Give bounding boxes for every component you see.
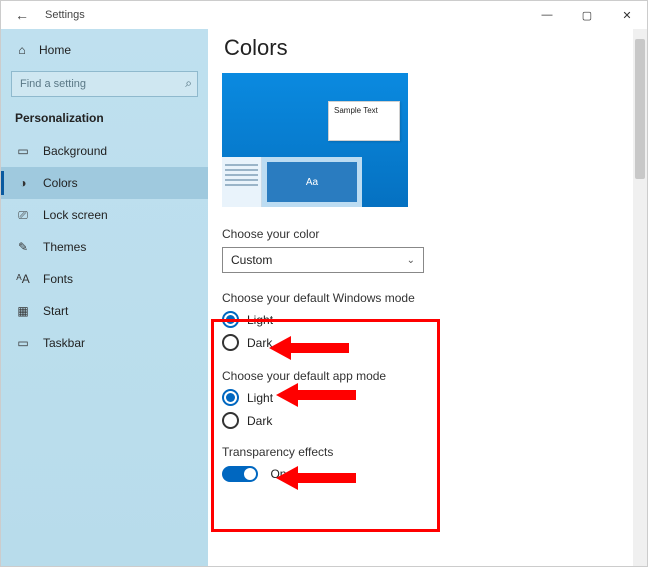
radio-label: Light — [247, 391, 273, 405]
app-mode-light[interactable]: Light — [222, 389, 633, 406]
preview-start-tile: Aa — [267, 162, 357, 202]
background-icon: ▭ — [15, 144, 31, 158]
sidebar-item-background[interactable]: ▭ Background — [1, 135, 208, 167]
fonts-icon: ᴬA — [15, 272, 31, 286]
home-icon: ⌂ — [15, 43, 29, 57]
chevron-down-icon: ⌄ — [407, 255, 415, 266]
themes-icon: ✎ — [15, 240, 31, 254]
radio-icon — [222, 311, 239, 328]
radio-label: Light — [247, 313, 273, 327]
back-button[interactable]: ← — [11, 7, 33, 23]
start-icon: ▦ — [15, 304, 31, 318]
sidebar-item-label: Themes — [43, 240, 86, 254]
color-preview: Sample Text Aa — [222, 73, 408, 207]
body: ⌂ Home ⌕ Personalization ▭ Background ◑ … — [1, 29, 647, 566]
app-mode-label: Choose your default app mode — [222, 369, 633, 383]
windows-mode-light[interactable]: Light — [222, 311, 633, 328]
sidebar-item-taskbar[interactable]: ▭ Taskbar — [1, 327, 208, 359]
color-options: Choose your color Custom ⌄ Choose your d… — [222, 227, 633, 429]
transparency-value: On — [270, 467, 286, 481]
preview-start-list — [222, 157, 262, 207]
choose-color-value: Custom — [231, 253, 272, 267]
radio-label: Dark — [247, 414, 272, 428]
preview-start-menu: Aa — [222, 157, 362, 207]
taskbar-icon: ▭ — [15, 336, 31, 350]
lockscreen-icon: ⎚ — [15, 208, 31, 223]
radio-label: Dark — [247, 336, 272, 350]
window-controls: — ▢ ✕ — [527, 1, 647, 29]
sidebar: ⌂ Home ⌕ Personalization ▭ Background ◑ … — [1, 29, 208, 566]
radio-icon — [222, 389, 239, 406]
sidebar-item-label: Taskbar — [43, 336, 85, 350]
transparency-label: Transparency effects — [222, 445, 633, 459]
sidebar-item-label: Colors — [43, 176, 78, 190]
maximize-button[interactable]: ▢ — [567, 1, 607, 29]
search-icon: ⌕ — [185, 76, 192, 91]
sidebar-item-lockscreen[interactable]: ⎚ Lock screen — [1, 199, 208, 231]
home-link[interactable]: ⌂ Home — [1, 37, 208, 63]
choose-color-dropdown[interactable]: Custom ⌄ — [222, 247, 424, 273]
preview-sample-window: Sample Text — [328, 101, 400, 141]
colors-icon: ◑ — [15, 176, 31, 190]
sidebar-item-themes[interactable]: ✎ Themes — [1, 231, 208, 263]
transparency-toggle[interactable] — [222, 466, 258, 482]
transparency-section: Transparency effects On — [222, 445, 633, 483]
settings-window: ← Settings — ▢ ✕ ⌂ Home ⌕ Personalizatio… — [0, 0, 648, 567]
scroll-thumb[interactable] — [635, 39, 645, 179]
category-label: Personalization — [1, 107, 208, 135]
sidebar-item-label: Lock screen — [43, 208, 108, 222]
page-title: Colors — [224, 35, 633, 61]
minimize-button[interactable]: — — [527, 1, 567, 29]
titlebar: ← Settings — ▢ ✕ — [1, 1, 647, 29]
sidebar-item-colors[interactable]: ◑ Colors — [1, 167, 208, 199]
title-left: ← Settings — [11, 7, 85, 23]
close-button[interactable]: ✕ — [607, 1, 647, 29]
window-title: Settings — [45, 9, 85, 21]
windows-mode-label: Choose your default Windows mode — [222, 291, 633, 305]
windows-mode-dark[interactable]: Dark — [222, 334, 633, 351]
sidebar-item-start[interactable]: ▦ Start — [1, 295, 208, 327]
home-label: Home — [39, 43, 71, 57]
radio-icon — [222, 412, 239, 429]
sidebar-item-fonts[interactable]: ᴬA Fonts — [1, 263, 208, 295]
search-wrap: ⌕ — [11, 71, 198, 97]
search-input[interactable] — [11, 71, 198, 97]
sidebar-item-label: Fonts — [43, 272, 73, 286]
choose-color-label: Choose your color — [222, 227, 633, 241]
app-mode-dark[interactable]: Dark — [222, 412, 633, 429]
scrollbar[interactable] — [633, 29, 647, 566]
main-pane: Colors Sample Text Aa Choose your color … — [208, 29, 647, 566]
sidebar-item-label: Background — [43, 144, 107, 158]
radio-icon — [222, 334, 239, 351]
sidebar-item-label: Start — [43, 304, 68, 318]
